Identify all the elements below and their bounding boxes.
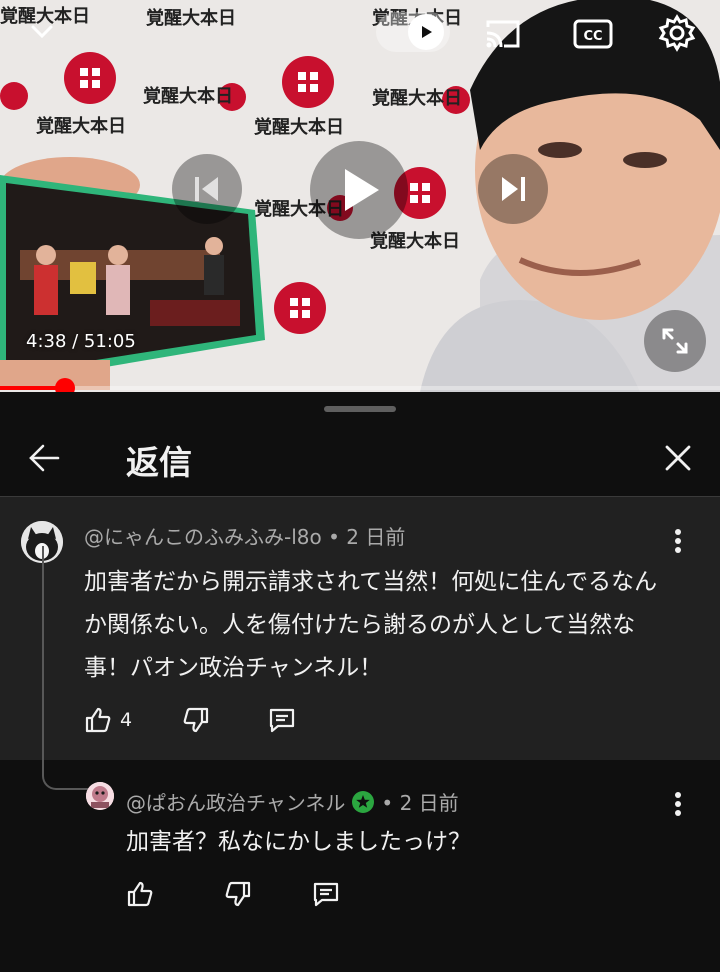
video-player[interactable]: 覚醒大本日 覚醒大本日 覚醒大本日 覚醒大本日 覚醒大本日 覚醒大本日 覚醒大本… (0, 0, 720, 392)
svg-text:CC: CC (583, 29, 602, 44)
captions-icon: CC (573, 19, 613, 49)
minimize-button[interactable] (22, 12, 62, 52)
dislike-button[interactable] (218, 874, 258, 914)
reply-actions (120, 874, 346, 914)
more-vert-icon (675, 792, 681, 816)
settings-button[interactable] (656, 12, 698, 54)
play-button[interactable] (310, 141, 408, 239)
next-button[interactable] (478, 154, 548, 224)
close-button[interactable] (656, 436, 700, 480)
reply-age: 2 日前 (399, 791, 459, 815)
progress-bar[interactable] (0, 378, 720, 392)
previous-button[interactable] (172, 154, 242, 224)
meta-separator: • (321, 525, 347, 549)
sheet-header: 返信 (0, 424, 720, 496)
comment-more-button[interactable] (663, 521, 693, 561)
reply-avatar[interactable] (86, 782, 114, 810)
reply-meta: @ぱおん政治チャンネル • 2 日前 (126, 787, 459, 816)
play-icon (345, 169, 379, 211)
svg-text:覚醒大本日: 覚醒大本日 (370, 230, 460, 252)
dislike-icon (225, 881, 251, 907)
comment-text: 加害者だから開示請求されて当然！何処に住んでるなんか関係ない。人を傷付けたら謝る… (84, 569, 658, 681)
comment-age: 2 日前 (346, 525, 406, 549)
svg-text:覚醒大本日: 覚醒大本日 (146, 7, 236, 29)
reply-icon (313, 882, 339, 907)
reply-more-button[interactable] (663, 784, 693, 824)
autoplay-toggle[interactable] (376, 12, 450, 52)
svg-text:覚醒大本日: 覚醒大本日 (372, 87, 462, 109)
like-icon (127, 881, 153, 907)
drag-handle[interactable] (324, 406, 396, 412)
verified-star-icon (351, 790, 375, 814)
svg-text:覚醒大本日: 覚醒大本日 (254, 116, 344, 138)
cast-button[interactable] (482, 14, 524, 54)
back-arrow-icon (29, 444, 60, 472)
svg-text:覚醒大本日: 覚醒大本日 (36, 115, 126, 137)
like-count: 4 (120, 709, 133, 731)
back-button[interactable] (22, 436, 66, 480)
chevron-down-icon (31, 25, 53, 39)
more-vert-icon (675, 529, 681, 553)
comment-meta: @にゃんこのふみふみ-l8o • 2 日前 (84, 521, 405, 550)
cast-icon (486, 20, 520, 48)
meta-separator: • (381, 791, 400, 815)
dislike-button[interactable] (176, 700, 216, 740)
comment-author[interactable]: @にゃんこのふみふみ-l8o (84, 525, 322, 549)
settings-icon (658, 14, 696, 52)
sheet-title: 返信 (126, 443, 192, 482)
next-icon (502, 177, 525, 201)
close-icon (665, 445, 691, 471)
reply-button[interactable] (306, 874, 346, 914)
comment-actions: 4 (78, 700, 302, 740)
svg-text:覚醒大本日: 覚醒大本日 (143, 85, 233, 107)
previous-icon (195, 177, 218, 201)
time-display: 4:38 / 51:05 (26, 331, 136, 352)
reply-text: 加害者？私なにかしましたっけ？ (126, 829, 471, 855)
like-button[interactable] (120, 874, 160, 914)
captions-button[interactable]: CC (572, 14, 614, 54)
reply-button[interactable] (262, 700, 302, 740)
reply-author[interactable]: @ぱおん政治チャンネル (126, 787, 345, 816)
fullscreen-button[interactable] (644, 310, 706, 372)
thread-connector (42, 546, 90, 790)
reply-icon (269, 708, 295, 733)
parent-comment: @にゃんこのふみふみ-l8o • 2 日前 加害者だから開示請求されて当然！何処… (0, 497, 720, 760)
replies-sheet: 返信 @にゃんこのふみふみ-l8o • 2 日前 加害者だから開示請求されて当然… (0, 392, 720, 972)
dislike-icon (183, 707, 209, 733)
fullscreen-icon (662, 328, 688, 354)
autoplay-toggle-icon (408, 14, 444, 50)
